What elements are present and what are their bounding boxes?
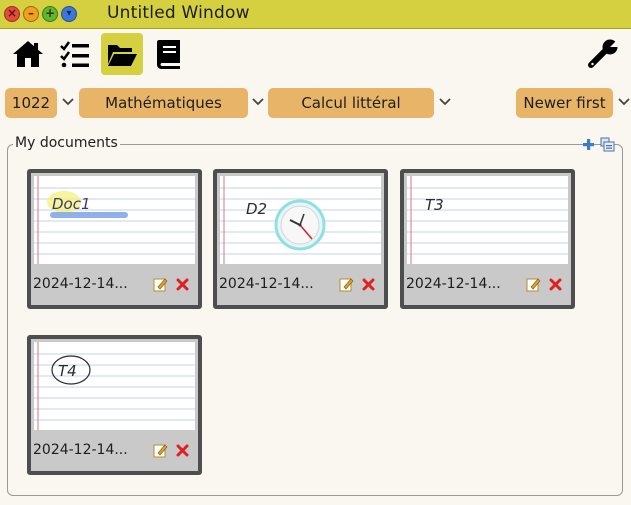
- id-filter-dropdown[interactable]: 1022: [5, 88, 57, 118]
- minimize-window-button[interactable]: –: [23, 6, 39, 22]
- book-button[interactable]: [148, 33, 190, 75]
- checklist-icon: [60, 41, 89, 68]
- thumbnail-handwriting: D2: [246, 200, 267, 218]
- folder-open-icon: [108, 45, 137, 66]
- home-button[interactable]: [7, 33, 49, 75]
- sort-order-dropdown[interactable]: Newer first: [516, 88, 613, 118]
- wrench-icon: [588, 38, 619, 68]
- document-thumbnail[interactable]: T4: [34, 342, 195, 430]
- thumbnail-handwriting: Doc1: [52, 195, 91, 213]
- tasks-button[interactable]: [54, 33, 96, 75]
- documents-button[interactable]: [101, 33, 143, 75]
- document-card[interactable]: T3 2024-12-14...: [400, 169, 575, 309]
- edit-icon[interactable]: [153, 443, 168, 458]
- close-window-button[interactable]: ×: [4, 6, 20, 22]
- edit-icon[interactable]: [339, 277, 354, 292]
- title-bar[interactable]: × – + ▾ Untitled Window: [0, 0, 631, 29]
- maximize-window-button[interactable]: +: [42, 6, 58, 22]
- document-card[interactable]: T4 2024-12-14...: [27, 335, 202, 475]
- document-thumbnail[interactable]: T3: [407, 176, 568, 264]
- chevron-down-icon[interactable]: [618, 98, 630, 106]
- delete-icon[interactable]: [176, 444, 189, 457]
- chevron-down-icon[interactable]: [62, 98, 74, 106]
- document-date-label: 2024-12-14...: [219, 276, 314, 292]
- clock-image: [274, 199, 326, 251]
- document-card[interactable]: D2 2024-12-14...: [213, 169, 388, 309]
- document-date-label: 2024-12-14...: [33, 276, 128, 292]
- topic-filter-dropdown[interactable]: Calcul littéral: [268, 88, 434, 118]
- delete-icon[interactable]: [362, 278, 375, 291]
- edit-icon[interactable]: [526, 277, 541, 292]
- delete-icon[interactable]: [549, 278, 562, 291]
- edit-icon[interactable]: [153, 277, 168, 292]
- window-title: Untitled Window: [107, 3, 250, 23]
- documents-panel-title: My documents: [13, 135, 120, 151]
- thumbnail-handwriting: T4: [58, 362, 77, 380]
- home-icon: [13, 41, 43, 67]
- thumbnail-handwriting: T3: [425, 196, 444, 214]
- document-date-label: 2024-12-14...: [33, 442, 128, 458]
- document-thumbnail[interactable]: D2: [220, 176, 381, 264]
- filter-bar: 1022 Mathématiques Calcul littéral Newer…: [0, 86, 631, 120]
- main-toolbar: [0, 29, 631, 81]
- book-icon: [157, 40, 180, 69]
- chevron-down-icon[interactable]: [252, 98, 264, 106]
- add-document-icon[interactable]: [582, 138, 595, 151]
- document-thumbnail[interactable]: Doc1: [34, 176, 195, 264]
- document-date-label: 2024-12-14...: [406, 276, 501, 292]
- settings-button[interactable]: [583, 33, 625, 75]
- import-document-icon[interactable]: [599, 137, 615, 152]
- delete-icon[interactable]: [176, 278, 189, 291]
- chevron-down-icon[interactable]: [439, 98, 451, 106]
- subject-filter-dropdown[interactable]: Mathématiques: [79, 88, 248, 118]
- document-card[interactable]: Doc1 2024-12-14...: [27, 169, 202, 309]
- window-menu-button[interactable]: ▾: [61, 6, 77, 22]
